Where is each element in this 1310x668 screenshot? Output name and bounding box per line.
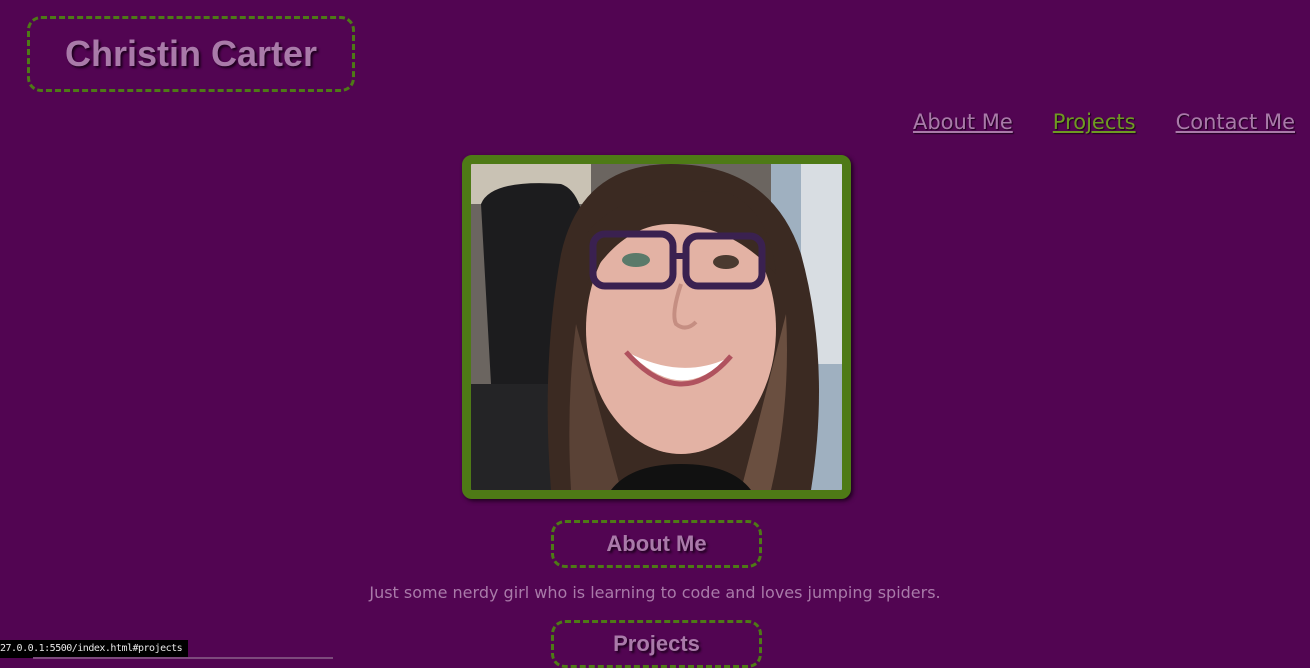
nav-link-projects[interactable]: Projects	[1053, 110, 1136, 134]
browser-status-url: 27.0.0.1:5500/index.html#projects	[0, 640, 189, 658]
nav-link-contact-me[interactable]: Contact Me	[1176, 110, 1295, 134]
profile-photo	[462, 155, 851, 499]
site-title: Christin Carter	[27, 16, 355, 92]
profile-photo-image	[471, 164, 842, 490]
projects-heading: Projects	[551, 620, 762, 668]
nav-link-about-me[interactable]: About Me	[913, 110, 1013, 134]
horizontal-scrollbar[interactable]	[33, 657, 333, 659]
about-me-text: Just some nerdy girl who is learning to …	[369, 583, 941, 602]
about-me-heading: About Me	[551, 520, 762, 568]
main-nav: About Me Projects Contact Me	[913, 110, 1295, 134]
